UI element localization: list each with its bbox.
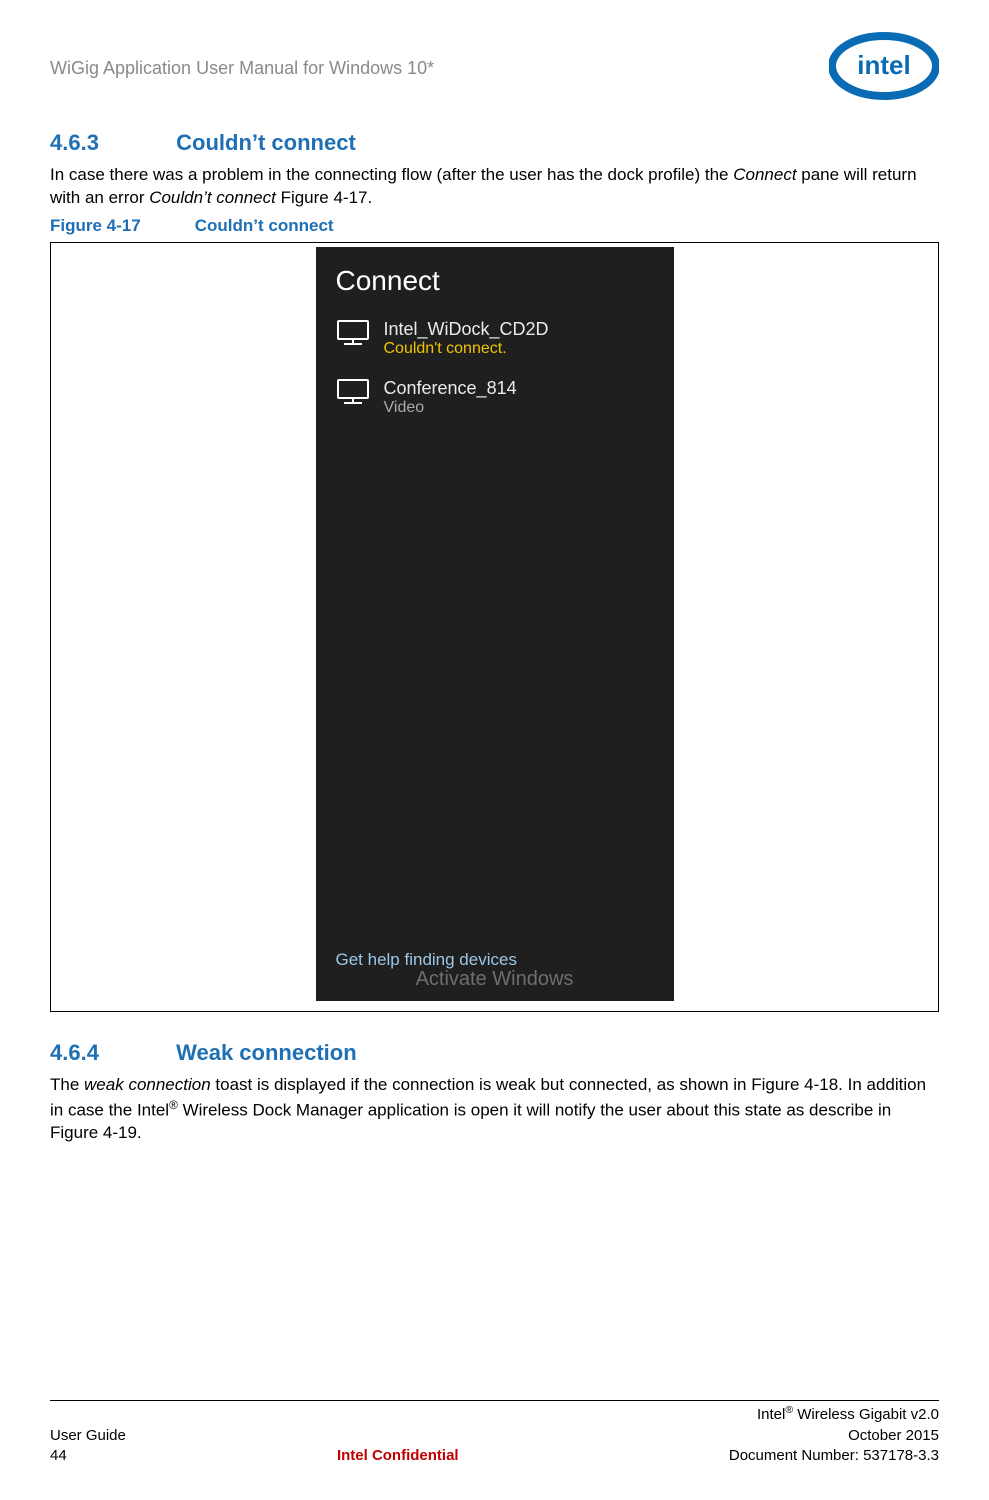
section-heading-463: 4.6.3 Couldn’t connect [50,130,939,156]
document-title: WiGig Application User Manual for Window… [50,58,434,79]
section-title: Weak connection [176,1040,357,1065]
monitor-icon [336,378,370,411]
document-page: WiGig Application User Manual for Window… [0,0,989,1500]
section-463-paragraph: In case there was a problem in the conne… [50,164,939,210]
connect-pane-footer: Get help finding devices Activate Window… [316,950,674,991]
device-item-conference[interactable]: Conference_814 Video [316,370,674,429]
device-text: Intel_WiDock_CD2D Couldn't connect. [384,319,654,358]
section-number: 4.6.4 [50,1040,170,1066]
figure-number: Figure 4-17 [50,216,190,236]
footer-page-number: 44 [50,1446,67,1466]
footer-user-guide-label: User Guide [50,1426,126,1446]
monitor-icon [336,319,370,352]
section-title: Couldn’t connect [176,130,356,155]
section-number: 4.6.3 [50,130,170,156]
footer-date: October 2015 [848,1426,939,1446]
footer-document-number: Document Number: 537178-3.3 [729,1446,939,1466]
device-item-widock[interactable]: Intel_WiDock_CD2D Couldn't connect. [316,311,674,370]
section-heading-464: 4.6.4 Weak connection [50,1040,939,1066]
footer-confidential-label: Intel Confidential [337,1446,459,1466]
footer-product-name: Intel® Wireless Gigabit v2.0 [757,1403,939,1425]
page-footer: Intel® Wireless Gigabit v2.0 User Guide … [50,1400,939,1466]
device-error-status: Couldn't connect. [384,340,654,358]
figure-container: Connect Intel_WiDock_CD2D Couldn't conne… [50,242,939,1012]
section-464-paragraph: The weak connection toast is displayed i… [50,1074,939,1145]
connect-pane-screenshot: Connect Intel_WiDock_CD2D Couldn't conne… [316,247,674,1001]
connect-pane-title: Connect [316,247,674,311]
device-subtype: Video [384,399,654,417]
help-finding-devices-link[interactable]: Get help finding devices [336,950,654,970]
device-text: Conference_814 Video [384,378,654,417]
figure-title: Couldn’t connect [195,216,334,235]
device-name: Conference_814 [384,378,654,399]
intel-logo-icon: intel [829,30,939,102]
page-header: WiGig Application User Manual for Window… [50,30,939,102]
figure-caption-417: Figure 4-17 Couldn’t connect [50,216,939,236]
device-name: Intel_WiDock_CD2D [384,319,654,340]
svg-text:intel: intel [857,50,910,80]
footer-rule [50,1400,939,1401]
activate-windows-watermark: Activate Windows [336,968,654,991]
